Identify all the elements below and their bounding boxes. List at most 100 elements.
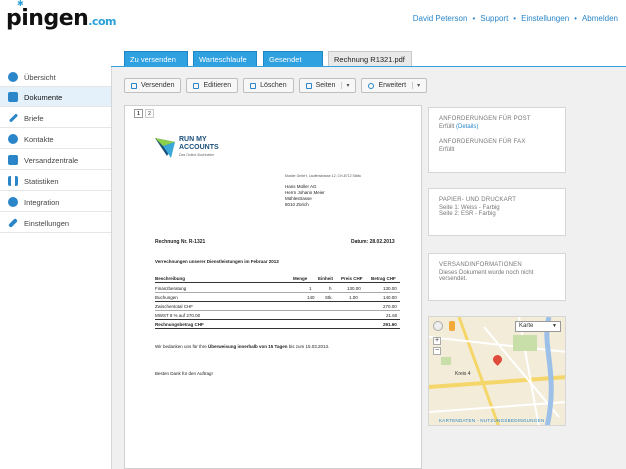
gear-icon: [368, 82, 375, 89]
tab-label: Rechnung R1321.pdf: [334, 55, 405, 64]
document-icon: [8, 92, 18, 102]
total-label: Rechnungsbetrag CHF: [155, 322, 204, 327]
thanks-note: Besten Dank für den Auftrag!: [155, 371, 213, 376]
tab-gesendet[interactable]: Gesendet: [263, 51, 323, 66]
sidebar-item-label: Versandzentrale: [24, 156, 79, 165]
table-cell: 1.00: [349, 295, 358, 300]
table-header: Menge: [293, 276, 308, 281]
recipient-line: Hans Müller AG: [285, 184, 317, 189]
invoice-date: Datum: 28.02.2013: [351, 239, 395, 245]
logout-link[interactable]: Abmelden: [582, 14, 618, 23]
sidebar-item-label: Kontakte: [24, 135, 54, 144]
user-name-link[interactable]: David Peterson: [413, 14, 468, 23]
zoom-out-icon[interactable]: −: [433, 347, 441, 355]
tab-rechnung-pdf[interactable]: Rechnung R1321.pdf×: [328, 51, 412, 74]
truck-icon: [8, 155, 18, 165]
sender-line: Muster GmbH, Laufenstrasse 12, CH-8712 S…: [285, 174, 361, 178]
post-requirements-title: ANFORDERUNGEN FÜR POST: [439, 116, 531, 122]
settings-link[interactable]: Einstellungen: [521, 14, 569, 23]
sidebar-item-versandzentrale[interactable]: Versandzentrale: [0, 150, 111, 170]
payment-note: Wir bedanken uns für Ihre Überweisung in…: [155, 344, 329, 349]
button-label: Seiten: [315, 82, 336, 89]
bar-chart-icon: [8, 176, 18, 186]
sidebar-item-label: Integration: [24, 198, 60, 207]
pen-icon: [8, 113, 19, 123]
map-pan-control-icon[interactable]: [433, 321, 443, 331]
shipping-info-panel: VERSANDINFORMATIONEN Dieses Dokument wur…: [428, 253, 566, 301]
map-area-label: Kreis 4: [455, 371, 471, 377]
delete-button[interactable]: Löschen: [243, 78, 294, 93]
send-button[interactable]: Versenden: [124, 78, 182, 93]
map-canvas[interactable]: [429, 317, 566, 426]
button-label: Erweitert: [378, 82, 407, 89]
sidebar: Übersicht Dokumente Briefe Kontakte Vers…: [0, 67, 112, 469]
contacts-icon: [8, 134, 18, 144]
table-header: Betrag CHF: [371, 276, 396, 281]
paper-panel-title: PAPIER- UND DRUCKART: [439, 197, 517, 203]
sidebar-item-label: Briefe: [24, 114, 44, 123]
trash-icon: [250, 82, 257, 89]
payment-note-post: bis zum 15.03.2013.: [288, 344, 330, 349]
subtotal-label: Zwischentotal CHF: [155, 304, 194, 309]
tab-zu-versenden[interactable]: Zu versenden: [124, 51, 188, 66]
sidebar-item-statistiken[interactable]: Statistiken: [0, 171, 111, 191]
table-header: Beschreibung: [155, 276, 186, 281]
table-rule: [155, 310, 400, 311]
details-link[interactable]: (Details): [456, 124, 478, 130]
payment-note-bold: Überweisung innerhalb von 15 Tagen: [208, 344, 288, 349]
send-icon: [131, 82, 137, 89]
map-type-dropdown[interactable]: Karte ▼: [515, 321, 561, 332]
sidebar-item-kontakte[interactable]: Kontakte: [0, 129, 111, 149]
recipient-line: Mühlestrasse: [285, 196, 312, 201]
table-header: Einheit: [318, 276, 334, 281]
wrench-icon: [8, 218, 18, 228]
street-view-icon[interactable]: [449, 321, 455, 331]
tab-warteschlaufe[interactable]: Warteschlaufe: [193, 51, 257, 66]
nav-separator: •: [472, 14, 476, 23]
edit-icon: [193, 82, 200, 89]
table-header: Preis CHF: [341, 276, 363, 281]
document-toolbar: Versenden Editieren Löschen Seiten ▾ Erwe…: [124, 78, 428, 94]
tab-label: Warteschlaufe: [199, 55, 247, 64]
sidebar-item-integration[interactable]: Integration: [0, 192, 111, 212]
payment-note-pre: Wir bedanken uns für Ihre: [155, 344, 207, 349]
table-cell: 140.00: [383, 295, 397, 300]
support-link[interactable]: Support: [480, 14, 508, 23]
gear-icon: [8, 197, 18, 207]
edit-button[interactable]: Editieren: [186, 78, 239, 93]
sidebar-item-label: Statistiken: [24, 177, 59, 186]
chevron-down-icon: ▾: [341, 82, 349, 89]
button-label: Versenden: [141, 82, 175, 89]
page-1-button[interactable]: 1: [134, 109, 143, 118]
logo-suffix: .com: [88, 15, 117, 28]
location-map[interactable]: Karte ▼ + − Kreis 4: [428, 316, 566, 426]
zoom-in-icon[interactable]: +: [433, 337, 441, 345]
sidebar-item-label: Einstellungen: [24, 219, 70, 228]
sidebar-item-uebersicht[interactable]: Übersicht: [0, 67, 111, 87]
chevron-down-icon: ▾: [412, 82, 420, 89]
sidebar-item-einstellungen[interactable]: Einstellungen: [0, 213, 111, 233]
sidebar-item-label: Dokumente: [24, 93, 63, 102]
table-cell: Finanzberatung: [155, 286, 187, 291]
map-data-terms-link[interactable]: KARTENDATEN - NUTZUNGSBEDINGUNGEN: [439, 418, 545, 423]
logo-text: pingen: [6, 6, 89, 31]
table-cell: h: [329, 286, 332, 291]
page-2-button[interactable]: 2: [145, 109, 154, 118]
map-type-label: Karte: [519, 323, 534, 329]
sidebar-item-dokumente[interactable]: Dokumente: [0, 87, 111, 107]
pingen-logo[interactable]: ✱ pingen.com: [6, 0, 117, 31]
globe-icon: [8, 72, 18, 82]
sidebar-item-briefe[interactable]: Briefe: [0, 108, 111, 128]
logo-tagline: Das Online-Buchhalter: [179, 153, 215, 157]
nav-separator: •: [574, 14, 577, 23]
button-label: Editieren: [203, 82, 232, 89]
paper-line-2: Seite 2: ESR - Farbig: [439, 211, 496, 217]
recipient-line: 8010 Zürich: [285, 202, 309, 207]
header: ✱ pingen.com David Peterson • Support • …: [0, 0, 626, 45]
post-requirements-status: Erfüllt (Details): [439, 124, 555, 130]
table-rule: [155, 319, 400, 320]
recipient-line: Herrn Johann Meier: [285, 190, 325, 195]
advanced-dropdown-button[interactable]: Erweitert ▾: [361, 78, 428, 93]
vat-value: 21.60: [386, 313, 398, 318]
pages-dropdown-button[interactable]: Seiten ▾: [298, 78, 357, 93]
